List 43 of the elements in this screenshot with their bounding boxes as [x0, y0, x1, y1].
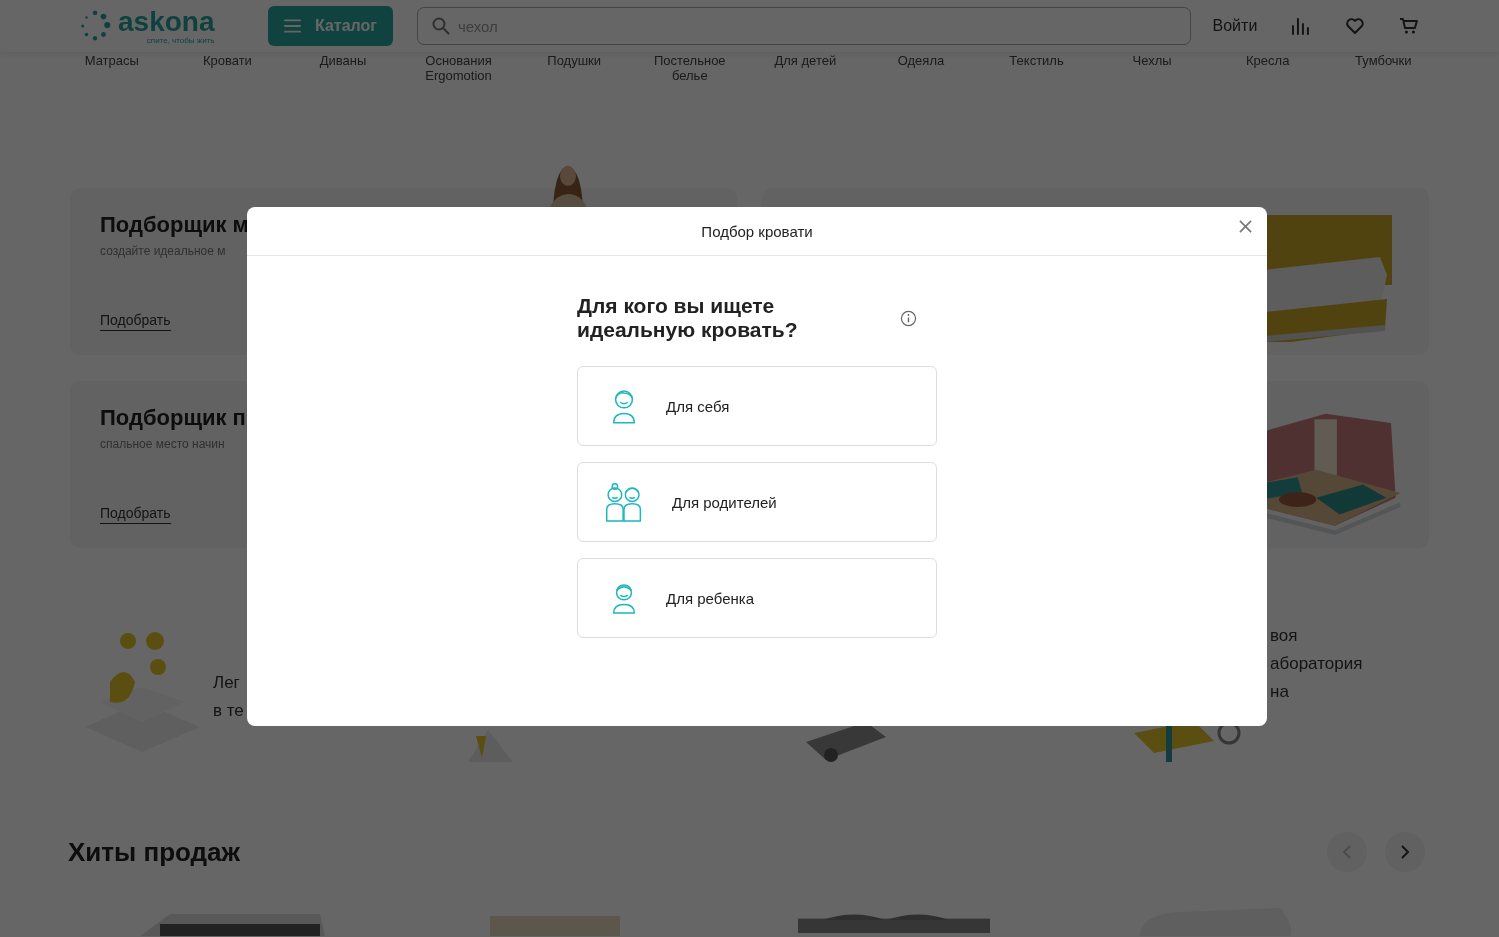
category-link[interactable]: Для детей [774, 54, 837, 90]
feature-text: аборатория [1270, 653, 1363, 675]
couple-icon [604, 481, 644, 523]
close-icon[interactable] [1239, 220, 1252, 233]
category-link[interactable]: Текстиль [1009, 54, 1064, 90]
category-link[interactable]: Чехлы [1132, 54, 1172, 90]
category-link[interactable]: Диваны [319, 54, 367, 90]
category-link[interactable]: Одеяла [897, 54, 945, 90]
person-icon [610, 387, 638, 425]
picker-link[interactable]: Подобрать [100, 312, 171, 331]
picker-link[interactable]: Подобрать [100, 505, 171, 524]
category-link[interactable]: Основания Ergomotion [403, 54, 514, 90]
info-icon[interactable] [900, 309, 917, 327]
search-icon [431, 17, 450, 35]
next-button[interactable] [1385, 832, 1425, 872]
heart-icon[interactable] [1345, 16, 1366, 36]
option-button[interactable]: Для родителей [577, 462, 937, 542]
feature-text: Лег [213, 672, 241, 694]
menu-icon [283, 19, 301, 33]
category-link[interactable]: Кровати [202, 54, 252, 90]
feature-text: на [1270, 681, 1290, 703]
logo-tagline: спите, чтобы жить [146, 36, 215, 45]
category-link[interactable]: Подушки [547, 54, 602, 90]
option-button[interactable]: Для ребенка [577, 558, 937, 638]
section-title: Хиты продаж [68, 836, 241, 868]
picker-title: Подборщик п [100, 405, 246, 431]
logo-wordmark[interactable]: askona [118, 7, 215, 36]
category-link[interactable]: Тумбочки [1355, 54, 1412, 90]
category-link[interactable]: Матрасы [84, 54, 139, 90]
question-text: Для кого вы ищете идеальную кровать? [577, 294, 799, 342]
feature-text: воя [1270, 625, 1299, 647]
picker-title: Подборщик м [100, 212, 249, 238]
chevron-right-icon [1400, 844, 1410, 860]
modal-title: Подбор кровати [701, 222, 813, 240]
catalog-button[interactable]: Каталог [267, 6, 393, 46]
option-button[interactable]: Для себя [577, 366, 937, 446]
category-link[interactable]: Кресла [1246, 54, 1290, 90]
category-link[interactable]: Постельное белье [634, 54, 745, 90]
compare-icon[interactable] [1291, 16, 1312, 36]
login-link[interactable]: Войти [1212, 17, 1258, 35]
cart-icon[interactable] [1399, 16, 1419, 36]
feature-text: в те [213, 700, 244, 722]
logo-icon [78, 9, 112, 43]
